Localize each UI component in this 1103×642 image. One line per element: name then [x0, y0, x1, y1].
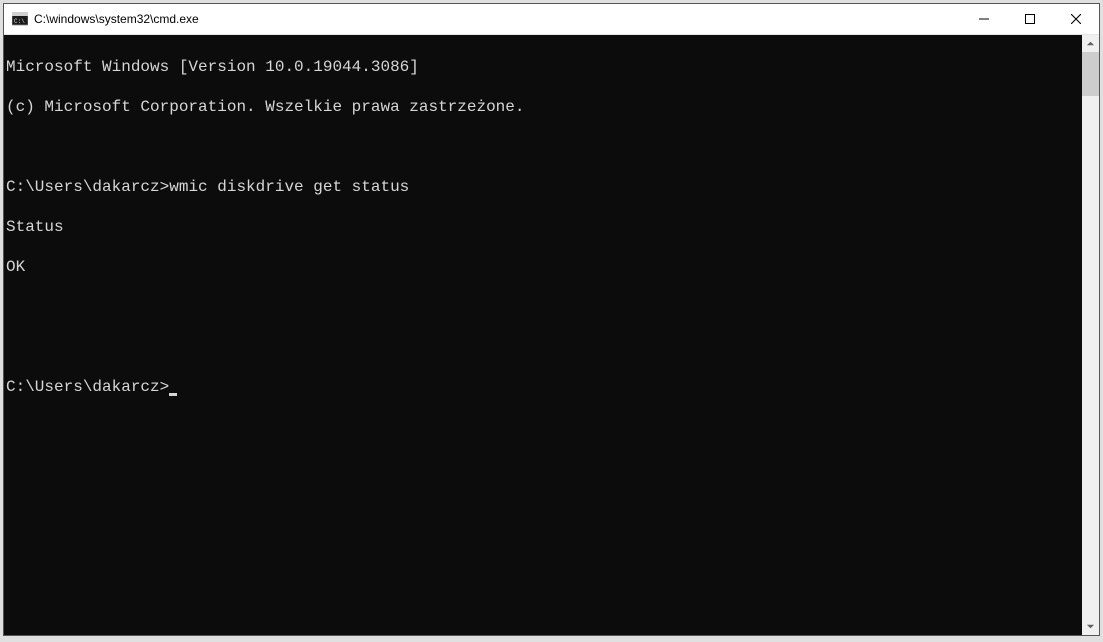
version-line: Microsoft Windows [Version 10.0.19044.30… [6, 57, 1080, 77]
console-output[interactable]: Microsoft Windows [Version 10.0.19044.30… [4, 35, 1082, 635]
console-area: Microsoft Windows [Version 10.0.19044.30… [4, 35, 1099, 635]
titlebar[interactable]: C:\ C:\windows\system32\cmd.exe [4, 4, 1099, 35]
blank-line [6, 337, 1080, 357]
command-text-1: wmic diskdrive get status [169, 178, 409, 196]
window-controls [961, 4, 1099, 34]
cmd-icon: C:\ [12, 11, 28, 27]
blank-line [6, 297, 1080, 317]
blank-line [6, 137, 1080, 157]
current-prompt-line: C:\Users\dakarcz> [6, 377, 1080, 397]
scroll-thumb[interactable] [1082, 52, 1099, 96]
window-title: C:\windows\system32\cmd.exe [34, 12, 961, 26]
scroll-up-button[interactable] [1082, 35, 1099, 52]
prompt-2: C:\Users\dakarcz> [6, 377, 169, 397]
minimize-button[interactable] [961, 4, 1007, 34]
scroll-down-button[interactable] [1082, 618, 1099, 635]
output-header: Status [6, 217, 1080, 237]
prompt-1: C:\Users\dakarcz> [6, 178, 169, 196]
close-button[interactable] [1053, 4, 1099, 34]
cmd-window: C:\ C:\windows\system32\cmd.exe Microsof… [3, 3, 1100, 636]
copyright-line: (c) Microsoft Corporation. Wszelkie praw… [6, 97, 1080, 117]
command-line-1: C:\Users\dakarcz>wmic diskdrive get stat… [6, 177, 1080, 197]
scroll-track[interactable] [1082, 52, 1099, 618]
svg-text:C:\: C:\ [14, 18, 25, 25]
output-value: OK [6, 257, 1080, 277]
maximize-button[interactable] [1007, 4, 1053, 34]
cursor [169, 393, 177, 396]
vertical-scrollbar[interactable] [1082, 35, 1099, 635]
